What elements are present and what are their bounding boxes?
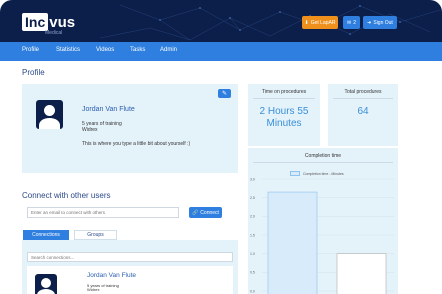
- avatar-body-icon: [37, 289, 55, 294]
- avatar: [36, 100, 63, 129]
- profile-name: Jordan Van Flute: [82, 106, 135, 113]
- logo-text: vus: [49, 13, 76, 31]
- time-on-procedures-label: Time on procedures: [261, 89, 307, 95]
- y-tick-label: 2.0: [250, 215, 255, 219]
- nav-item-tasks[interactable]: Tasks: [130, 47, 145, 53]
- profile-bio: This is where you type a little bit abou…: [82, 141, 191, 147]
- sign-out-icon: ➜: [367, 19, 372, 26]
- logo-mark: Inc: [22, 13, 49, 31]
- link-icon: 🔗: [192, 209, 199, 216]
- chart-bar-2[interactable]: [336, 253, 387, 294]
- nav-item-videos[interactable]: Videos: [96, 47, 114, 53]
- top-header: Inc vus Medical ⬇ Get LapAR ✉ 2 ➜ Sign O…: [0, 0, 442, 42]
- connection-name: Jordan Van Flute: [87, 272, 137, 279]
- time-value-line1: 2 Hours 55: [259, 106, 309, 117]
- avatar-head-icon: [41, 278, 51, 288]
- total-procedures-card: Total procedures 64: [328, 84, 398, 146]
- y-tick-label: 1.5: [250, 233, 255, 237]
- y-tick-label: 2.5: [250, 196, 255, 200]
- get-lapar-label: Get LapAR: [310, 19, 336, 26]
- logo-subtitle: Medical: [45, 30, 63, 36]
- connection-organization: Widrex: [87, 287, 100, 292]
- get-lapar-button[interactable]: ⬇ Get LapAR: [302, 16, 338, 29]
- connection-list-item[interactable]: Jordan Van Flute 5 years of training Wid…: [27, 266, 233, 294]
- connect-title: Connect with other users: [22, 191, 111, 200]
- messages-count: 2: [353, 19, 356, 26]
- tab-connections[interactable]: Connections: [23, 230, 69, 240]
- time-on-procedures-card: Time on procedures 2 Hours 55 Minutes: [248, 84, 320, 146]
- y-tick-label: 3.0: [250, 177, 255, 181]
- divider: [253, 98, 315, 99]
- tab-groups[interactable]: Groups: [74, 230, 117, 240]
- time-value-line2: Minutes: [266, 118, 302, 129]
- chart-bar-1[interactable]: [267, 191, 318, 294]
- completion-time-chart: 0.0 0.5 1.0 1.5 2.0 2.5 3.0: [250, 177, 394, 294]
- incvus-logo[interactable]: Inc vus: [22, 12, 75, 32]
- y-tick-label: 1.0: [250, 252, 255, 256]
- sign-out-button[interactable]: ➜ Sign Out: [363, 16, 397, 29]
- avatar-body-icon: [39, 118, 60, 129]
- sign-out-label: Sign Out: [373, 19, 393, 26]
- download-icon: ⬇: [304, 19, 309, 26]
- y-tick-label: 0.0: [250, 289, 255, 293]
- connect-button[interactable]: 🔗 Connect: [189, 207, 222, 218]
- app-window: Inc vus Medical ⬇ Get LapAR ✉ 2 ➜ Sign O…: [0, 0, 442, 294]
- connections-panel: Jordan Van Flute 5 years of training Wid…: [22, 240, 238, 294]
- nav-item-statistics[interactable]: Statistics: [56, 47, 80, 53]
- email-connect-input[interactable]: [27, 207, 179, 218]
- profile-card: ✎ Jordan Van Flute 5 years of training W…: [22, 84, 238, 173]
- page-title: Profile: [22, 68, 45, 77]
- edit-profile-button[interactable]: ✎: [218, 89, 231, 98]
- divider: [333, 98, 393, 99]
- nav-item-profile[interactable]: Profile: [22, 47, 39, 53]
- search-connections-input[interactable]: [27, 252, 233, 262]
- messages-button[interactable]: ✉ 2: [343, 16, 360, 29]
- total-procedures-value: 64: [357, 106, 369, 117]
- total-procedures-label: Total procedures: [344, 89, 382, 95]
- profile-organization: Widrex: [82, 127, 98, 133]
- user-edit-icon: ✎: [221, 91, 228, 97]
- time-on-procedures-value: 2 Hours 55 Minutes: [248, 106, 320, 130]
- connect-button-label: Connect: [200, 209, 219, 216]
- connection-avatar: [35, 274, 57, 294]
- y-tick-label: 0.5: [250, 271, 255, 275]
- avatar-head-icon: [44, 105, 55, 116]
- nav-item-admin[interactable]: Admin: [160, 47, 177, 53]
- bell-icon: ✉: [347, 19, 352, 26]
- main-nav: Profile Statistics Videos Tasks Admin: [0, 42, 442, 61]
